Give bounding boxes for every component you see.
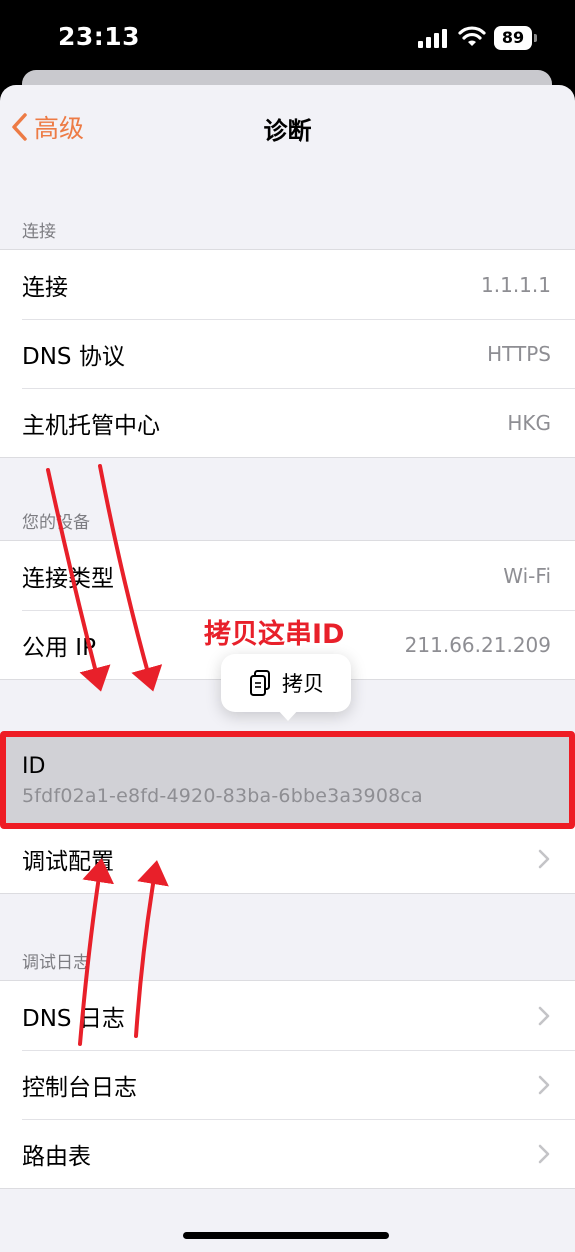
battery-tip <box>534 34 537 42</box>
row-label: 连接 <box>22 274 68 301</box>
row-label: 调试配置 <box>22 848 114 875</box>
row-value: 1.1.1.1 <box>481 272 551 297</box>
cellular-signal-icon <box>418 29 447 48</box>
home-indicator <box>183 1232 389 1239</box>
row-value: HKG <box>507 410 551 435</box>
row-dns-protocol: DNS 协议 HTTPS <box>0 319 575 388</box>
row-label: 公用 IP <box>22 634 96 661</box>
annotation-text: 拷贝这串ID <box>204 619 345 650</box>
copy-label: 拷贝 <box>282 672 324 696</box>
row-console-log[interactable]: 控制台日志 <box>0 1050 575 1119</box>
row-label: DNS 协议 <box>22 343 125 370</box>
device-id-value[interactable]: 5fdf02a1-e8fd-4920-83ba-6bbe3a3908ca <box>22 785 423 807</box>
section-header-connection: 连接 <box>22 222 56 242</box>
row-connection-type: 连接类型 Wi-Fi <box>0 541 575 610</box>
id-group: ID 5fdf02a1-e8fd-4920-83ba-6bbe3a3908ca … <box>0 736 575 894</box>
row-device-id[interactable]: ID 5fdf02a1-e8fd-4920-83ba-6bbe3a3908ca <box>0 736 575 824</box>
debug-logs-group: DNS 日志 控制台日志 路由表 <box>0 980 575 1189</box>
copy-popup-tail <box>276 708 300 721</box>
row-label: 路由表 <box>22 1143 91 1170</box>
row-label: ID <box>22 753 46 779</box>
row-value: 211.66.21.209 <box>404 632 551 657</box>
copy-icon <box>250 670 270 696</box>
row-debug-config[interactable]: 调试配置 <box>0 824 575 893</box>
chevron-right-icon <box>538 1075 550 1094</box>
row-label: 连接类型 <box>22 565 114 592</box>
row-dns-log[interactable]: DNS 日志 <box>0 981 575 1050</box>
row-connection: 连接 1.1.1.1 <box>0 250 575 319</box>
row-label: 主机托管中心 <box>22 412 160 439</box>
battery-level: 89 <box>501 28 525 47</box>
row-routing-table[interactable]: 路由表 <box>0 1119 575 1188</box>
status-bar: 23:13 89 <box>0 0 575 72</box>
wifi-icon <box>458 26 486 46</box>
row-label: DNS 日志 <box>22 1005 125 1032</box>
section-header-device: 您的设备 <box>22 513 90 533</box>
status-time: 23:13 <box>58 22 141 51</box>
chevron-right-icon <box>538 1006 550 1025</box>
copy-popup-button[interactable]: 拷贝 <box>221 654 351 712</box>
row-value: Wi-Fi <box>503 563 551 588</box>
battery-icon: 89 <box>494 26 532 50</box>
row-label: 控制台日志 <box>22 1074 137 1101</box>
chevron-right-icon <box>538 1144 550 1163</box>
page-title: 诊断 <box>263 117 312 145</box>
row-value: HTTPS <box>487 341 551 366</box>
connection-group: 连接 1.1.1.1 DNS 协议 HTTPS 主机托管中心 HKG <box>0 249 575 458</box>
section-header-debug-logs: 调试日志 <box>22 953 90 973</box>
row-hosting-center: 主机托管中心 HKG <box>0 388 575 457</box>
chevron-right-icon <box>538 849 550 868</box>
